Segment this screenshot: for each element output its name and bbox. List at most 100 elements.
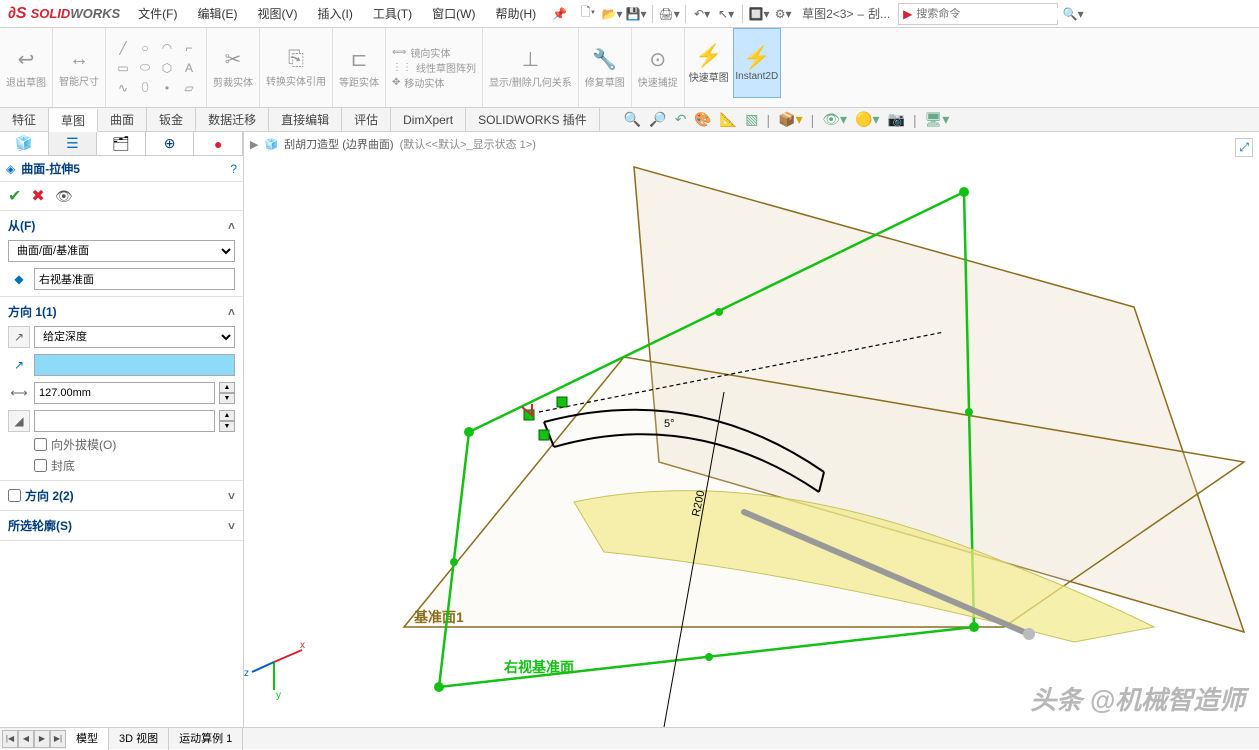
settings-icon[interactable]: 📷 <box>888 111 905 128</box>
tab-surface[interactable]: 曲面 <box>98 108 147 131</box>
tab-migrate[interactable]: 数据迁移 <box>196 108 269 131</box>
tab-direct[interactable]: 直接编辑 <box>269 108 342 131</box>
appearance-icon[interactable]: 🟡▾ <box>855 111 879 128</box>
relation-icon[interactable] <box>557 397 567 407</box>
hide-show-icon[interactable]: 📦▾ <box>778 111 802 128</box>
tab-addins[interactable]: SOLIDWORKS 插件 <box>466 108 600 131</box>
bc-sketch[interactable]: 草图2<3> <box>802 5 853 22</box>
display-style-icon[interactable]: ▧ <box>745 111 758 128</box>
menu-edit[interactable]: 编辑(E) <box>187 0 247 28</box>
relation-icon[interactable] <box>539 430 549 440</box>
draft-outward-check[interactable]: 向外拔模(O) <box>34 436 235 453</box>
mirror-button[interactable]: ⟺镜向实体 <box>392 45 450 60</box>
select-button[interactable]: ↖▾ <box>715 3 737 25</box>
plane-icon[interactable]: ▱ <box>180 79 198 97</box>
instant2d-button[interactable]: ⚡Instant2D <box>733 28 781 98</box>
property-tab[interactable]: ☰ <box>49 132 98 155</box>
menu-window[interactable]: 窗口(W) <box>422 0 485 28</box>
expand-icon[interactable]: ▶ <box>250 138 258 151</box>
point-icon[interactable]: • <box>158 79 176 97</box>
undo-button[interactable]: ↶▾ <box>691 3 713 25</box>
open-button[interactable]: 📂▾ <box>601 3 623 25</box>
motion-tab[interactable]: 运动算例 1 <box>169 728 243 750</box>
exit-sketch-button[interactable]: ↩退出草图 <box>0 28 53 107</box>
scene-icon[interactable]: 👁▾ <box>822 111 847 128</box>
part-name[interactable]: 刮胡刀造型 (边界曲面) <box>284 136 393 152</box>
model-tab[interactable]: 模型 <box>66 728 109 750</box>
tab-dimxpert[interactable]: DimXpert <box>391 108 466 131</box>
menu-view[interactable]: 视图(V) <box>247 0 307 28</box>
new-button[interactable]: 🗋▾ <box>577 3 599 25</box>
circle-icon[interactable]: ○ <box>136 39 154 57</box>
fm-tree-tab[interactable]: 🧊 <box>0 132 49 155</box>
trim-button[interactable]: ✂剪裁实体 <box>207 28 260 107</box>
dimxpert-tab[interactable]: ⊕ <box>146 132 195 155</box>
display-delete-button[interactable]: ⊥显示/删除几何关系 <box>483 28 579 107</box>
dir1-vector-box[interactable] <box>34 354 235 376</box>
fillet-icon[interactable]: ⌐ <box>180 39 198 57</box>
angle-dimension[interactable]: 5° <box>664 418 675 430</box>
zoom-fit-icon[interactable]: 🔍 <box>624 111 641 128</box>
from-header[interactable]: 从(F) ˄ <box>8 217 235 234</box>
help-icon[interactable]: ? <box>230 162 237 176</box>
view-triad[interactable]: x y z <box>244 640 305 701</box>
preview-button[interactable]: 👁 <box>55 188 73 205</box>
from-dropdown[interactable]: 曲面/面/基准面 <box>8 240 235 262</box>
last-tab-button[interactable]: ▶| <box>50 730 66 748</box>
linear-pattern-button[interactable]: ⋮⋮线性草图阵列 <box>392 60 476 75</box>
expand-panel-icon[interactable]: ⤢ <box>1235 138 1253 157</box>
appearance-tab[interactable]: ● <box>194 132 243 155</box>
convert-button[interactable]: ⎘转换实体引用 <box>260 28 333 107</box>
view3d-tab[interactable]: 3D 视图 <box>109 728 169 750</box>
bc-item[interactable]: 刮... <box>868 5 890 22</box>
dir1-type-dropdown[interactable]: 给定深度 <box>34 326 235 348</box>
menu-tools[interactable]: 工具(T) <box>363 0 422 28</box>
print-button[interactable]: 🖨▾ <box>658 3 680 25</box>
dir2-header[interactable]: 方向 2(2) ˅ <box>8 487 235 504</box>
prev-view-icon[interactable]: ↶ <box>675 111 687 128</box>
draft-angle-input[interactable] <box>34 410 215 432</box>
dir2-enable-check[interactable] <box>8 489 21 502</box>
tab-feature[interactable]: 特征 <box>0 108 49 131</box>
cancel-button[interactable]: ✖ <box>31 186 44 206</box>
zoom-area-icon[interactable]: 🔎 <box>649 111 666 128</box>
tab-sketch[interactable]: 草图 <box>49 109 98 132</box>
poly-icon[interactable]: ⬡ <box>158 59 176 77</box>
from-selection-box[interactable] <box>34 268 235 290</box>
search-input[interactable] <box>916 8 1058 20</box>
text-icon[interactable]: A <box>180 59 198 77</box>
ok-button[interactable]: ✔ <box>8 186 21 206</box>
rapid-sketch-button[interactable]: ⚡快速草图 <box>685 28 733 98</box>
quick-snap-button[interactable]: ⊙快速捕捉 <box>632 28 685 107</box>
repair-sketch-button[interactable]: 🔧修复草图 <box>579 28 632 107</box>
search-box[interactable]: ▶ <box>898 3 1058 25</box>
reverse-dir-button[interactable]: ↗ <box>8 326 30 348</box>
pin-icon[interactable]: 📌 <box>552 7 567 21</box>
draft-spinner[interactable]: ▲▼ <box>219 410 235 432</box>
prev-tab-button[interactable]: ◀ <box>18 730 34 748</box>
depth-input[interactable] <box>34 382 215 404</box>
config-tab[interactable]: 🗂 <box>97 132 146 155</box>
offset-button[interactable]: ⊏等距实体 <box>333 28 386 107</box>
slot-icon[interactable]: ⬭ <box>136 59 154 77</box>
draft-button[interactable]: ◢ <box>8 410 30 432</box>
move-button[interactable]: ✥移动实体 <box>392 75 444 90</box>
contours-header[interactable]: 所选轮廓(S) ˅ <box>8 517 235 534</box>
rebuild-button[interactable]: 🔲▾ <box>748 3 770 25</box>
arc-icon[interactable]: ◠ <box>158 39 176 57</box>
save-button[interactable]: 💾▾ <box>625 3 647 25</box>
search-icon[interactable]: 🔍▾ <box>1062 7 1084 21</box>
next-tab-button[interactable]: ▶ <box>34 730 50 748</box>
cap-check[interactable]: 封底 <box>34 457 235 474</box>
options-button[interactable]: ⚙▾ <box>772 3 794 25</box>
menu-file[interactable]: 文件(F) <box>128 0 187 28</box>
rect-icon[interactable]: ▭ <box>114 59 132 77</box>
smart-dimension-button[interactable]: ↔智能尺寸 <box>53 28 106 107</box>
tab-eval[interactable]: 评估 <box>342 108 391 131</box>
section-icon[interactable]: 🎨 <box>694 111 711 128</box>
first-tab-button[interactable]: |◀ <box>2 730 18 748</box>
graphics-viewport[interactable]: ▶ 🧊 刮胡刀造型 (边界曲面) (默认<<默认>_显示状态 1>) ⤢ 基准面… <box>244 132 1259 727</box>
menu-help[interactable]: 帮助(H) <box>485 0 546 28</box>
menu-insert[interactable]: 插入(I) <box>307 0 362 28</box>
tab-sheetmetal[interactable]: 钣金 <box>147 108 196 131</box>
